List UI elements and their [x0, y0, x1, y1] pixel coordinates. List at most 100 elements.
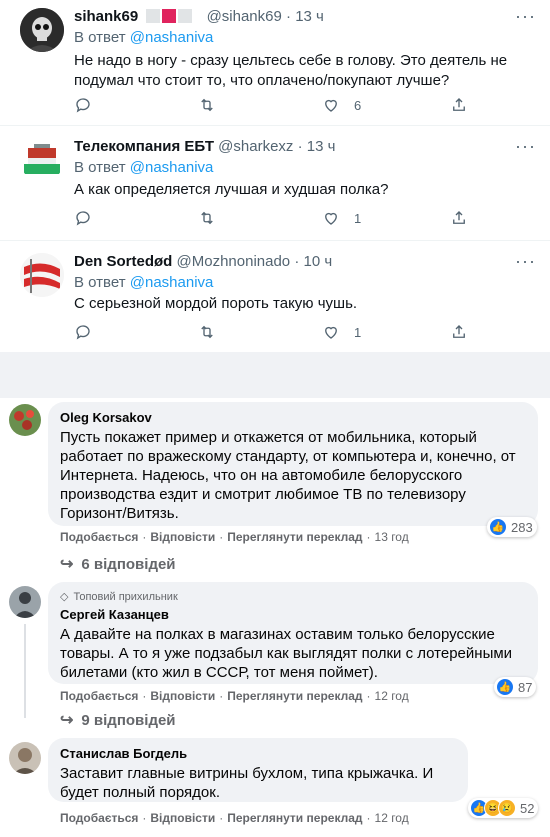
comment-time[interactable]: 13 год [375, 530, 409, 544]
tweet-time[interactable]: 10 ч [304, 253, 333, 270]
reaction-summary[interactable]: 👍 283 [487, 517, 537, 537]
reply-to-link[interactable]: @nashaniva [130, 29, 214, 46]
sad-reaction-icon: 😢 [498, 799, 516, 817]
reaction-summary[interactable]: 👍 😆 😢 52 [468, 798, 539, 818]
translate-link[interactable]: Переглянути переклад [227, 689, 362, 703]
flowers-icon [9, 404, 41, 436]
tweet-time[interactable]: 13 ч [307, 138, 336, 155]
flag-icon [20, 253, 64, 297]
separator: · [366, 811, 371, 825]
tweet: Телекомпания ЕБТ @sharkexz · 13 ч ··· В … [0, 130, 550, 240]
author-handle[interactable]: @Mozhnoninado [177, 253, 291, 270]
more-icon[interactable]: ··· [515, 6, 536, 27]
reply-button[interactable] [74, 323, 92, 341]
author-name[interactable]: Телекомпания ЕБТ [74, 138, 214, 155]
screenshot-gap [0, 352, 550, 398]
comment-text: Заставит главные витрины бухлом, типа кр… [60, 765, 434, 801]
author-handle[interactable]: @sharkexz [218, 138, 293, 155]
retweet-button[interactable] [198, 323, 216, 341]
comment-actions: Подобається · Відповісти · Переглянути перек… [60, 689, 409, 703]
heart-icon [325, 326, 337, 339]
like-button[interactable]: 1 [322, 323, 361, 341]
comment-actions: Подобається · Відповісти · Переглянути перек… [60, 811, 409, 825]
divider [0, 125, 550, 126]
reply-prefix: В ответ [74, 29, 126, 46]
like-link[interactable]: Подобається [60, 530, 138, 544]
view-replies-button[interactable]: ↪ 6 відповідей [60, 554, 176, 574]
comment-icon [76, 98, 90, 113]
separator: · [142, 689, 147, 703]
avatar[interactable] [20, 253, 64, 297]
tweet-actions: 6 [74, 96, 474, 116]
reply-link[interactable]: Відповісти [150, 530, 215, 544]
reply-context: В ответ @nashaniva [74, 29, 213, 46]
avatar[interactable] [20, 8, 64, 52]
comment-text: Пусть покажет пример и откажется от моби… [60, 429, 516, 522]
more-icon[interactable]: ··· [515, 251, 536, 272]
like-button[interactable]: 6 [322, 96, 361, 114]
reply-to-link[interactable]: @nashaniva [130, 274, 214, 291]
replies-count: 6 відповідей [81, 555, 176, 573]
separator: · [366, 689, 371, 703]
avatar[interactable] [9, 404, 41, 436]
share-icon [453, 211, 465, 224]
reply-context: В ответ @nashaniva [74, 159, 213, 176]
like-count: 6 [354, 97, 362, 113]
separator: · [142, 811, 147, 825]
retweet-icon [201, 325, 213, 339]
share-icon [453, 98, 465, 111]
retweet-icon [201, 211, 213, 225]
share-button[interactable] [450, 209, 468, 227]
separator: · [219, 530, 224, 544]
tweet-time[interactable]: 13 ч [295, 8, 324, 25]
flag-emoji-icon [146, 9, 198, 23]
share-button[interactable] [450, 323, 468, 341]
comment-time[interactable]: 12 год [375, 811, 409, 825]
separator: · [294, 253, 300, 270]
author-name[interactable]: sihank69 [74, 8, 138, 25]
replies-count: 9 відповідей [81, 711, 176, 729]
tweet: sihank69 @sihank69 · 13 ч ··· В ответ @n… [0, 0, 550, 120]
share-button[interactable] [450, 96, 468, 114]
retweet-button[interactable] [198, 96, 216, 114]
comment-icon [76, 325, 90, 340]
view-replies-button[interactable]: ↪ 9 відповідей [60, 710, 176, 730]
more-icon[interactable]: ··· [515, 136, 536, 157]
reply-button[interactable] [74, 96, 92, 114]
author-name[interactable]: Den Sortedød [74, 253, 172, 270]
person-icon [9, 742, 41, 774]
reaction-count: 283 [511, 519, 533, 535]
share-icon [453, 325, 465, 338]
retweet-button[interactable] [198, 209, 216, 227]
comment-time[interactable]: 12 год [375, 689, 409, 703]
avatar[interactable] [20, 138, 64, 182]
top-fan-badge: ◇ Топовий прихильник [60, 590, 526, 604]
avatar[interactable] [9, 586, 41, 618]
commenter-name[interactable]: Oleg Korsakov [60, 410, 526, 425]
commenter-name[interactable]: Станислав Богдель [60, 746, 456, 761]
like-button[interactable]: 1 [322, 209, 361, 227]
reply-button[interactable] [74, 209, 92, 227]
like-link[interactable]: Подобається [60, 689, 138, 703]
comment-actions: Подобається · Відповісти · Переглянути перек… [60, 530, 409, 544]
retweet-icon [201, 98, 213, 112]
reply-to-link[interactable]: @nashaniva [130, 159, 214, 176]
separator: · [219, 811, 224, 825]
separator: · [286, 8, 292, 25]
reply-prefix: В ответ [74, 274, 126, 291]
translate-link[interactable]: Переглянути переклад [227, 811, 362, 825]
author-handle[interactable]: @sihank69 [207, 8, 282, 25]
reply-link[interactable]: Відповісти [150, 811, 215, 825]
reaction-summary[interactable]: 👍 87 [494, 677, 537, 697]
divider [0, 240, 550, 241]
tweet-text: С серьезной мордой пороть такую чушь. [74, 295, 358, 312]
person-icon [9, 586, 41, 618]
avatar[interactable] [9, 742, 41, 774]
translate-link[interactable]: Переглянути переклад [227, 530, 362, 544]
like-link[interactable]: Подобається [60, 811, 138, 825]
separator: · [219, 689, 224, 703]
tweet-header: Den Sortedød @Mozhnoninado · 10 ч [74, 253, 332, 270]
reply-link[interactable]: Відповісти [150, 689, 215, 703]
reply-arrow-icon: ↪ [60, 556, 74, 573]
commenter-name[interactable]: Сергей Казанцев [60, 607, 526, 622]
